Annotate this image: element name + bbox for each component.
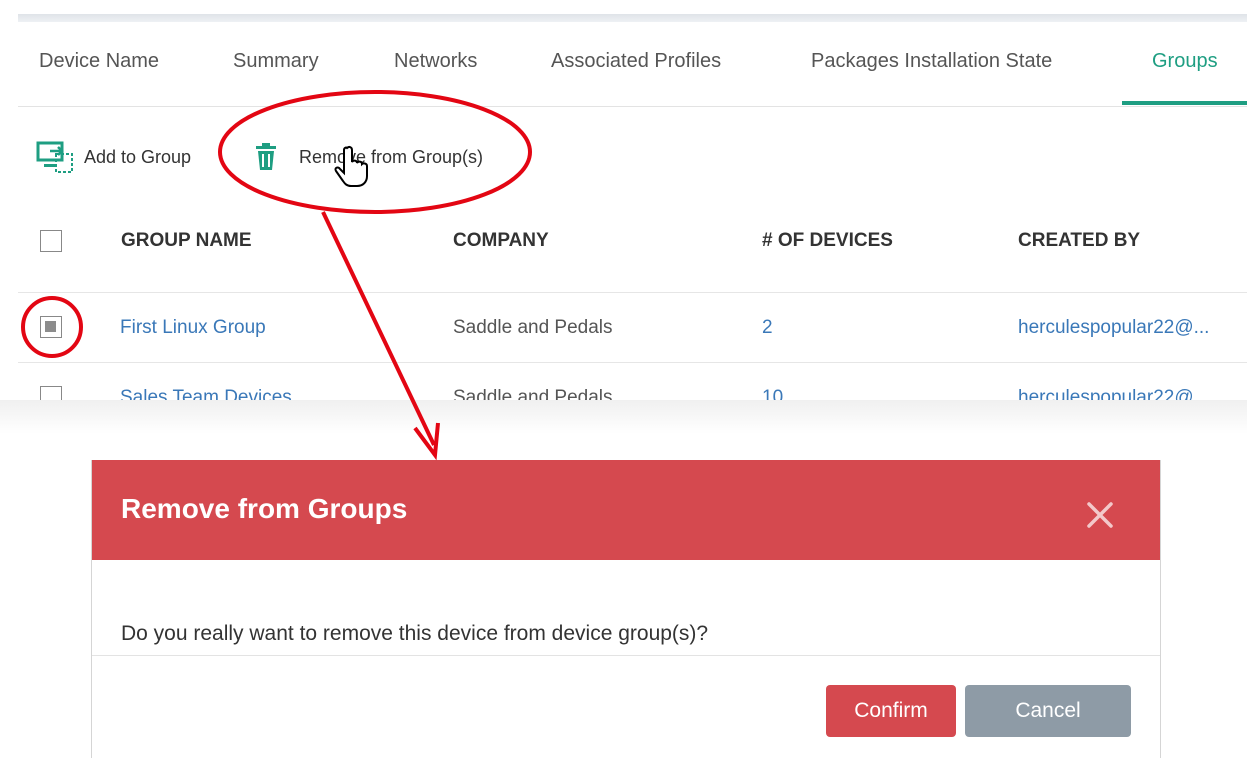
cancel-button[interactable]: Cancel <box>965 685 1131 737</box>
remove-from-groups-dialog: Remove from Groups Do you really want to… <box>91 460 1161 758</box>
dialog-title: Remove from Groups <box>121 493 408 524</box>
group-name-link[interactable]: First Linux Group <box>120 317 266 339</box>
tab-associated-profiles[interactable]: Associated Profiles <box>551 50 721 73</box>
header-created-by[interactable]: CREATED BY <box>1018 230 1140 252</box>
tab-networks[interactable]: Networks <box>394 50 477 73</box>
add-to-group-label: Add to Group <box>84 146 192 167</box>
top-shadow-bar <box>18 14 1247 22</box>
dialog-message: Do you really want to remove this device… <box>121 622 709 645</box>
header-company[interactable]: COMPANY <box>453 230 549 252</box>
tab-groups[interactable]: Groups <box>1152 50 1218 73</box>
header-devices-count[interactable]: # OF DEVICES <box>762 230 893 252</box>
devices-count-link[interactable]: 2 <box>762 317 773 339</box>
torn-edge-divider <box>0 400 1247 434</box>
tab-packages-installation-state[interactable]: Packages Installation State <box>811 50 1052 73</box>
add-to-group-button[interactable]: Add to Group <box>36 141 192 173</box>
trash-icon <box>256 143 276 170</box>
select-all-checkbox[interactable] <box>40 230 62 252</box>
close-icon[interactable] <box>1085 500 1115 530</box>
tab-bar: Device Name Summary Networks Associated … <box>18 22 1247 107</box>
dialog-divider <box>92 655 1160 656</box>
active-tab-indicator <box>1122 101 1247 105</box>
created-by-link[interactable]: herculespopular22@... <box>1018 317 1209 339</box>
row-divider <box>18 362 1247 363</box>
confirm-button[interactable]: Confirm <box>826 685 956 737</box>
add-to-group-icon <box>36 141 73 173</box>
header-group-name[interactable]: GROUP NAME <box>121 230 252 252</box>
remove-from-groups-label: Remove from Group(s) <box>299 146 484 167</box>
tab-device-name[interactable]: Device Name <box>39 50 159 73</box>
row-divider <box>18 292 1247 293</box>
row-checkbox[interactable] <box>40 316 62 338</box>
dialog-header: Remove from Groups <box>92 460 1160 560</box>
remove-from-groups-button[interactable]: Remove from Group(s) <box>251 142 483 172</box>
company-cell: Saddle and Pedals <box>453 317 613 338</box>
tab-summary[interactable]: Summary <box>233 50 319 73</box>
device-details-panel: Device Name Summary Networks Associated … <box>18 22 1247 430</box>
